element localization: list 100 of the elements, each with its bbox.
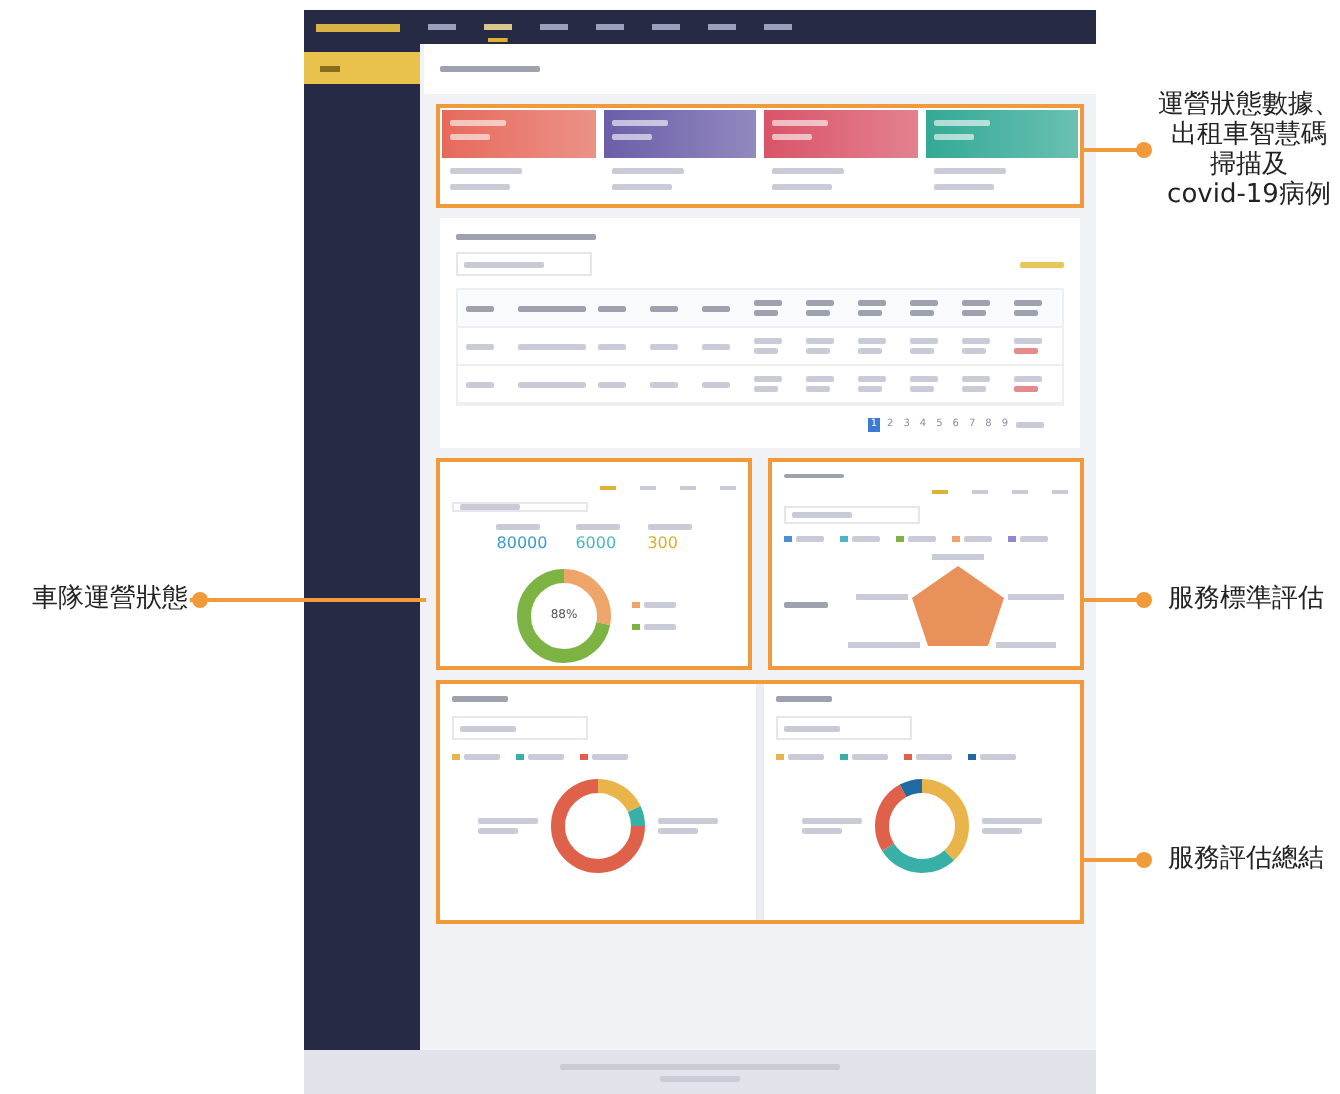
logo-text-blurred xyxy=(316,23,400,31)
callout-label: 服務評估總結 xyxy=(1168,844,1324,874)
blurred-text xyxy=(858,338,886,344)
blurred-text xyxy=(1020,261,1064,267)
blurred-text xyxy=(450,134,490,140)
blurred-text xyxy=(772,120,828,126)
blurred-text xyxy=(964,536,992,542)
blurred-text xyxy=(806,376,834,382)
blurred-text xyxy=(852,536,880,542)
blurred-text xyxy=(982,828,1022,834)
callout-label: 出租車智慧碼 xyxy=(1169,120,1329,150)
figure-value: 6000 xyxy=(575,534,617,552)
blurred-text xyxy=(650,343,678,349)
blurred-text xyxy=(452,696,508,702)
blurred-text xyxy=(450,120,506,126)
blurred-text xyxy=(644,602,676,608)
callout-label: 服務標準評估 xyxy=(1168,584,1324,614)
blurred-text xyxy=(702,343,730,349)
callout-dot xyxy=(1136,852,1152,868)
blurred-text xyxy=(528,754,564,760)
blurred-text xyxy=(464,261,544,267)
legend-icon xyxy=(632,624,640,630)
legend-icon xyxy=(952,536,960,542)
blurred-text xyxy=(982,818,1042,824)
legend-icon xyxy=(632,602,640,608)
blurred-text xyxy=(910,376,938,382)
select-field[interactable] xyxy=(776,716,912,740)
blurred-text xyxy=(1014,310,1038,316)
blurred-text xyxy=(858,348,882,354)
select-field[interactable] xyxy=(452,716,588,740)
blurred-text xyxy=(440,66,540,72)
blurred-text xyxy=(852,754,888,760)
blurred-text xyxy=(962,300,990,306)
tab[interactable] xyxy=(972,490,988,495)
blurred-text xyxy=(806,338,834,344)
legend-icon xyxy=(904,754,912,760)
select-field[interactable] xyxy=(784,506,920,524)
blurred-text xyxy=(962,348,986,354)
blurred-text xyxy=(466,343,494,349)
legend-icon xyxy=(784,536,792,542)
blurred-text xyxy=(464,754,500,760)
blurred-text xyxy=(518,381,586,387)
blurred-text xyxy=(456,234,596,240)
blurred-text xyxy=(784,725,840,731)
blurred-text xyxy=(611,134,651,140)
blurred-text xyxy=(592,754,628,760)
legend-icon xyxy=(1008,536,1016,542)
select-field[interactable] xyxy=(456,252,592,276)
legend-icon xyxy=(776,754,784,760)
blurred-text xyxy=(450,184,510,190)
legend-icon xyxy=(968,754,976,760)
blurred-text xyxy=(910,338,938,344)
tab[interactable] xyxy=(1012,490,1028,495)
blurred-text xyxy=(598,381,626,387)
blurred-text xyxy=(962,376,990,382)
blurred-text xyxy=(575,524,620,530)
blurred-text xyxy=(611,168,683,174)
blurred-text xyxy=(962,310,986,316)
blurred-text xyxy=(806,310,830,316)
blurred-text xyxy=(933,168,1005,174)
blurred-text xyxy=(518,305,586,311)
tab[interactable] xyxy=(932,490,948,495)
blurred-text xyxy=(916,754,952,760)
blurred-text xyxy=(611,120,667,126)
donut-chart-drawing xyxy=(870,774,974,878)
figure-value: 80000 xyxy=(496,534,548,552)
blurred-text xyxy=(806,348,830,354)
blurred-text xyxy=(910,310,934,316)
blurred-text xyxy=(784,601,828,607)
callout-dot xyxy=(192,592,208,608)
blurred-text xyxy=(784,474,844,479)
blurred-text xyxy=(858,310,882,316)
blurred-text xyxy=(460,504,520,510)
blurred-text xyxy=(962,338,990,344)
tab[interactable] xyxy=(1052,490,1068,495)
blurred-text xyxy=(647,524,692,530)
sidebar-item[interactable] xyxy=(304,52,420,84)
blurred-text xyxy=(478,818,538,824)
legend-icon xyxy=(452,754,460,760)
blurred-text xyxy=(776,696,832,702)
blurred-text xyxy=(858,386,882,392)
blurred-text xyxy=(933,184,993,190)
blurred-text xyxy=(1020,536,1048,542)
blurred-text xyxy=(460,725,516,731)
blurred-text xyxy=(910,300,938,306)
legend-icon xyxy=(840,536,848,542)
blurred-text xyxy=(658,828,698,834)
blurred-text xyxy=(754,376,782,382)
donut-chart-drawing xyxy=(512,564,616,668)
blurred-text xyxy=(644,624,676,630)
blurred-text xyxy=(702,305,730,311)
blurred-text xyxy=(1014,376,1042,382)
blurred-text xyxy=(772,168,844,174)
nav-item[interactable] xyxy=(484,24,512,42)
blurred-text xyxy=(980,754,1016,760)
blurred-text xyxy=(754,310,778,316)
select-field[interactable] xyxy=(452,502,588,512)
callout-dot xyxy=(1136,592,1152,608)
callout-label: 車隊運營狀態 xyxy=(32,584,188,614)
blurred-text xyxy=(650,381,678,387)
